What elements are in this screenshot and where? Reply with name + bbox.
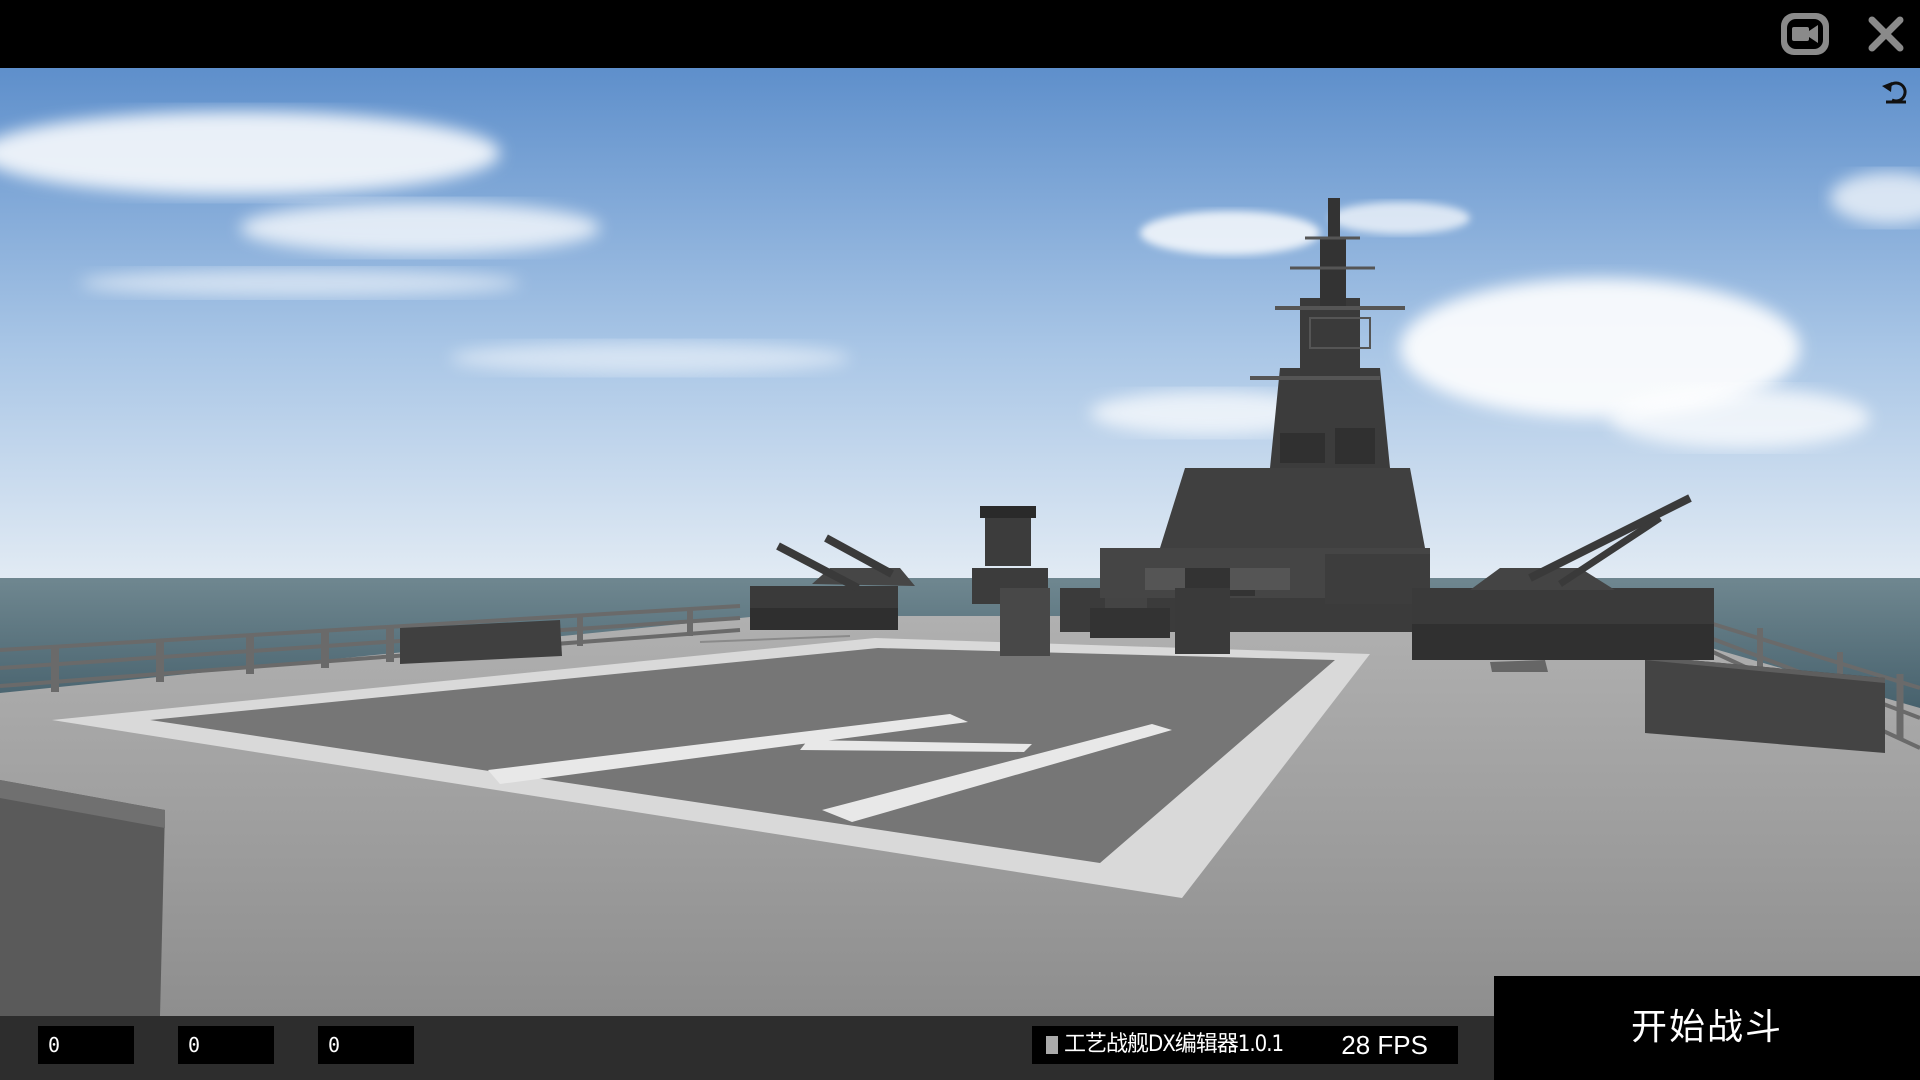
start-battle-button[interactable]: 开始战斗: [1494, 976, 1920, 1080]
close-button[interactable]: [1864, 12, 1908, 56]
status-panel: 工艺战舰DX编辑器1.0.1 28 FPS: [1032, 1026, 1458, 1064]
counter-3: 0: [318, 1026, 414, 1064]
top-bar: [0, 0, 1920, 68]
close-icon: [1868, 16, 1904, 52]
camera-icon: [1781, 13, 1829, 55]
reset-view-button[interactable]: [1880, 76, 1910, 106]
camera-button[interactable]: [1778, 10, 1832, 58]
game-viewport[interactable]: [0, 68, 1920, 1016]
counter-2: 0: [178, 1026, 274, 1064]
fps-readout: 28 FPS: [1341, 1030, 1428, 1060]
document-icon: [1046, 1036, 1058, 1054]
counter-1: 0: [38, 1026, 134, 1064]
app-title: 工艺战舰DX编辑器1.0.1: [1064, 1032, 1284, 1057]
undo-arrow-icon: [1882, 81, 1907, 104]
